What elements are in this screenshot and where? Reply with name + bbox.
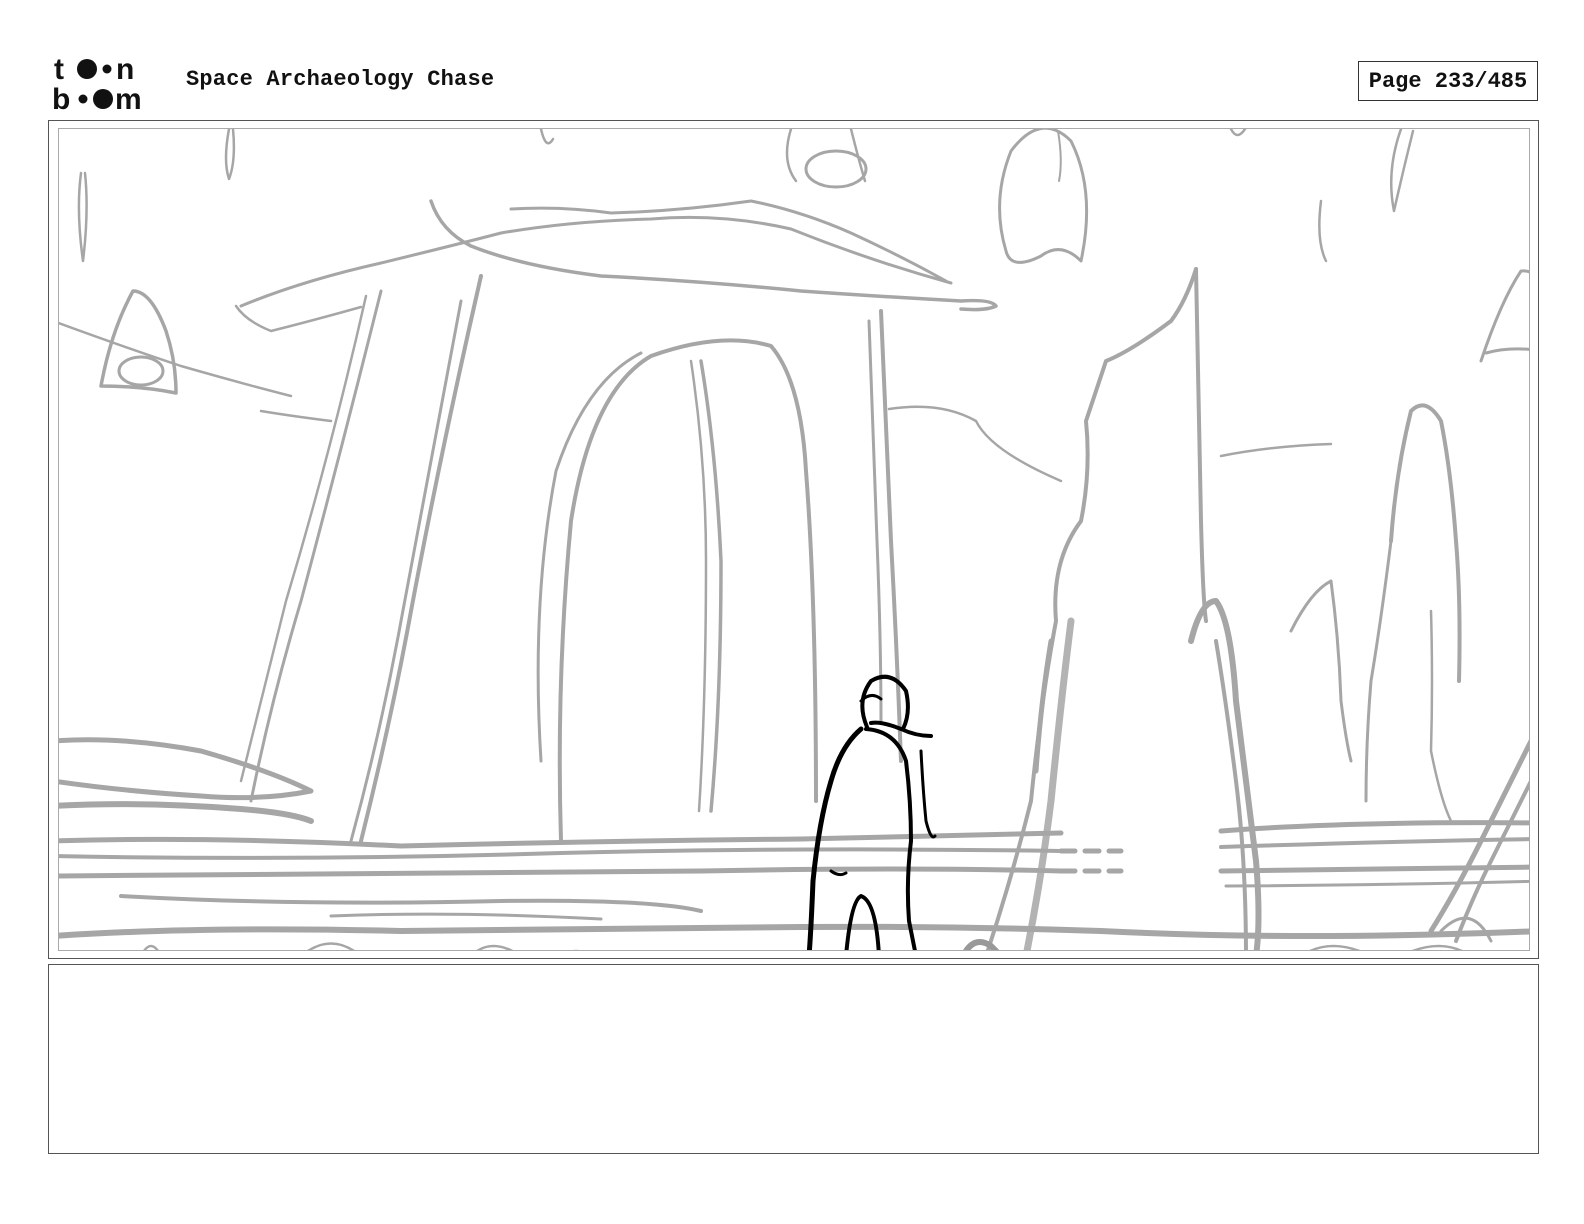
svg-text:t: t	[54, 53, 64, 86]
project-title: Space Archaeology Chase	[186, 67, 495, 92]
svg-text:n: n	[116, 53, 134, 86]
page-indicator-label: Page 233/485	[1368, 68, 1528, 94]
toon-boom-logo: t n b m	[52, 52, 164, 112]
page-indicator: Page 233/485	[1358, 61, 1538, 101]
panel-notes-box	[48, 964, 1539, 1154]
storyboard-panel	[58, 128, 1530, 951]
panel-notes-text	[49, 965, 1538, 985]
svg-text:b: b	[52, 83, 70, 112]
toon-boom-logo-icon: t n b m	[52, 53, 142, 112]
panel-sketch-drawing	[59, 129, 1529, 950]
svg-text:m: m	[115, 83, 142, 112]
